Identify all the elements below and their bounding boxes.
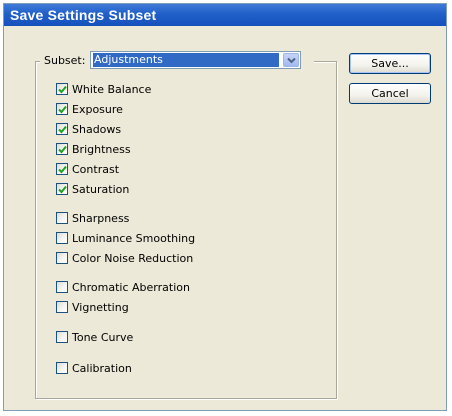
save-button[interactable]: Save... [349,53,431,74]
dropdown-arrow-button[interactable] [283,53,299,67]
checkmark-icon [58,145,67,154]
option-label: Chromatic Aberration [72,281,190,294]
option-label: Calibration [72,362,132,375]
option-checkbox[interactable] [56,212,68,224]
subset-header: Subset: Adjustments [40,49,314,73]
option-checkbox[interactable] [56,143,68,155]
checkmark-icon [58,105,67,114]
option-checkbox[interactable] [56,183,68,195]
chevron-down-icon [287,57,296,64]
checkmark-icon [58,85,67,94]
option-checkbox[interactable] [56,123,68,135]
option-label: Sharpness [72,212,130,225]
option-label: Exposure [72,103,123,116]
option-checkbox[interactable] [56,103,68,115]
subset-dropdown[interactable]: Adjustments [90,51,301,69]
option-checkbox[interactable] [56,331,68,343]
option-checkbox[interactable] [56,362,68,374]
checkmark-icon [58,185,67,194]
option-label: White Balance [72,83,152,96]
dialog-title: Save Settings Subset [10,7,157,23]
option-label: Shadows [72,123,122,136]
option-label: Contrast [72,163,120,176]
option-label: Saturation [72,183,130,196]
save-settings-subset-dialog: Save Settings Subset Subset: Adjustments… [3,3,447,411]
option-label: Tone Curve [72,331,134,344]
option-checkbox[interactable] [56,301,68,313]
option-label: Luminance Smoothing [72,232,196,245]
option-checkbox[interactable] [56,163,68,175]
option-checkbox[interactable] [56,252,68,264]
option-label: Brightness [72,143,131,156]
option-checkbox[interactable] [56,83,68,95]
option-label: Vignetting [72,301,129,314]
option-checkbox[interactable] [56,232,68,244]
cancel-button[interactable]: Cancel [349,83,431,104]
checkmark-icon [58,165,67,174]
option-label: Color Noise Reduction [72,252,194,265]
title-bar[interactable]: Save Settings Subset [4,4,446,26]
checkmark-icon [58,125,67,134]
subset-label: Subset: [44,54,86,67]
subset-selected-value: Adjustments [93,53,279,67]
option-checkbox[interactable] [56,281,68,293]
